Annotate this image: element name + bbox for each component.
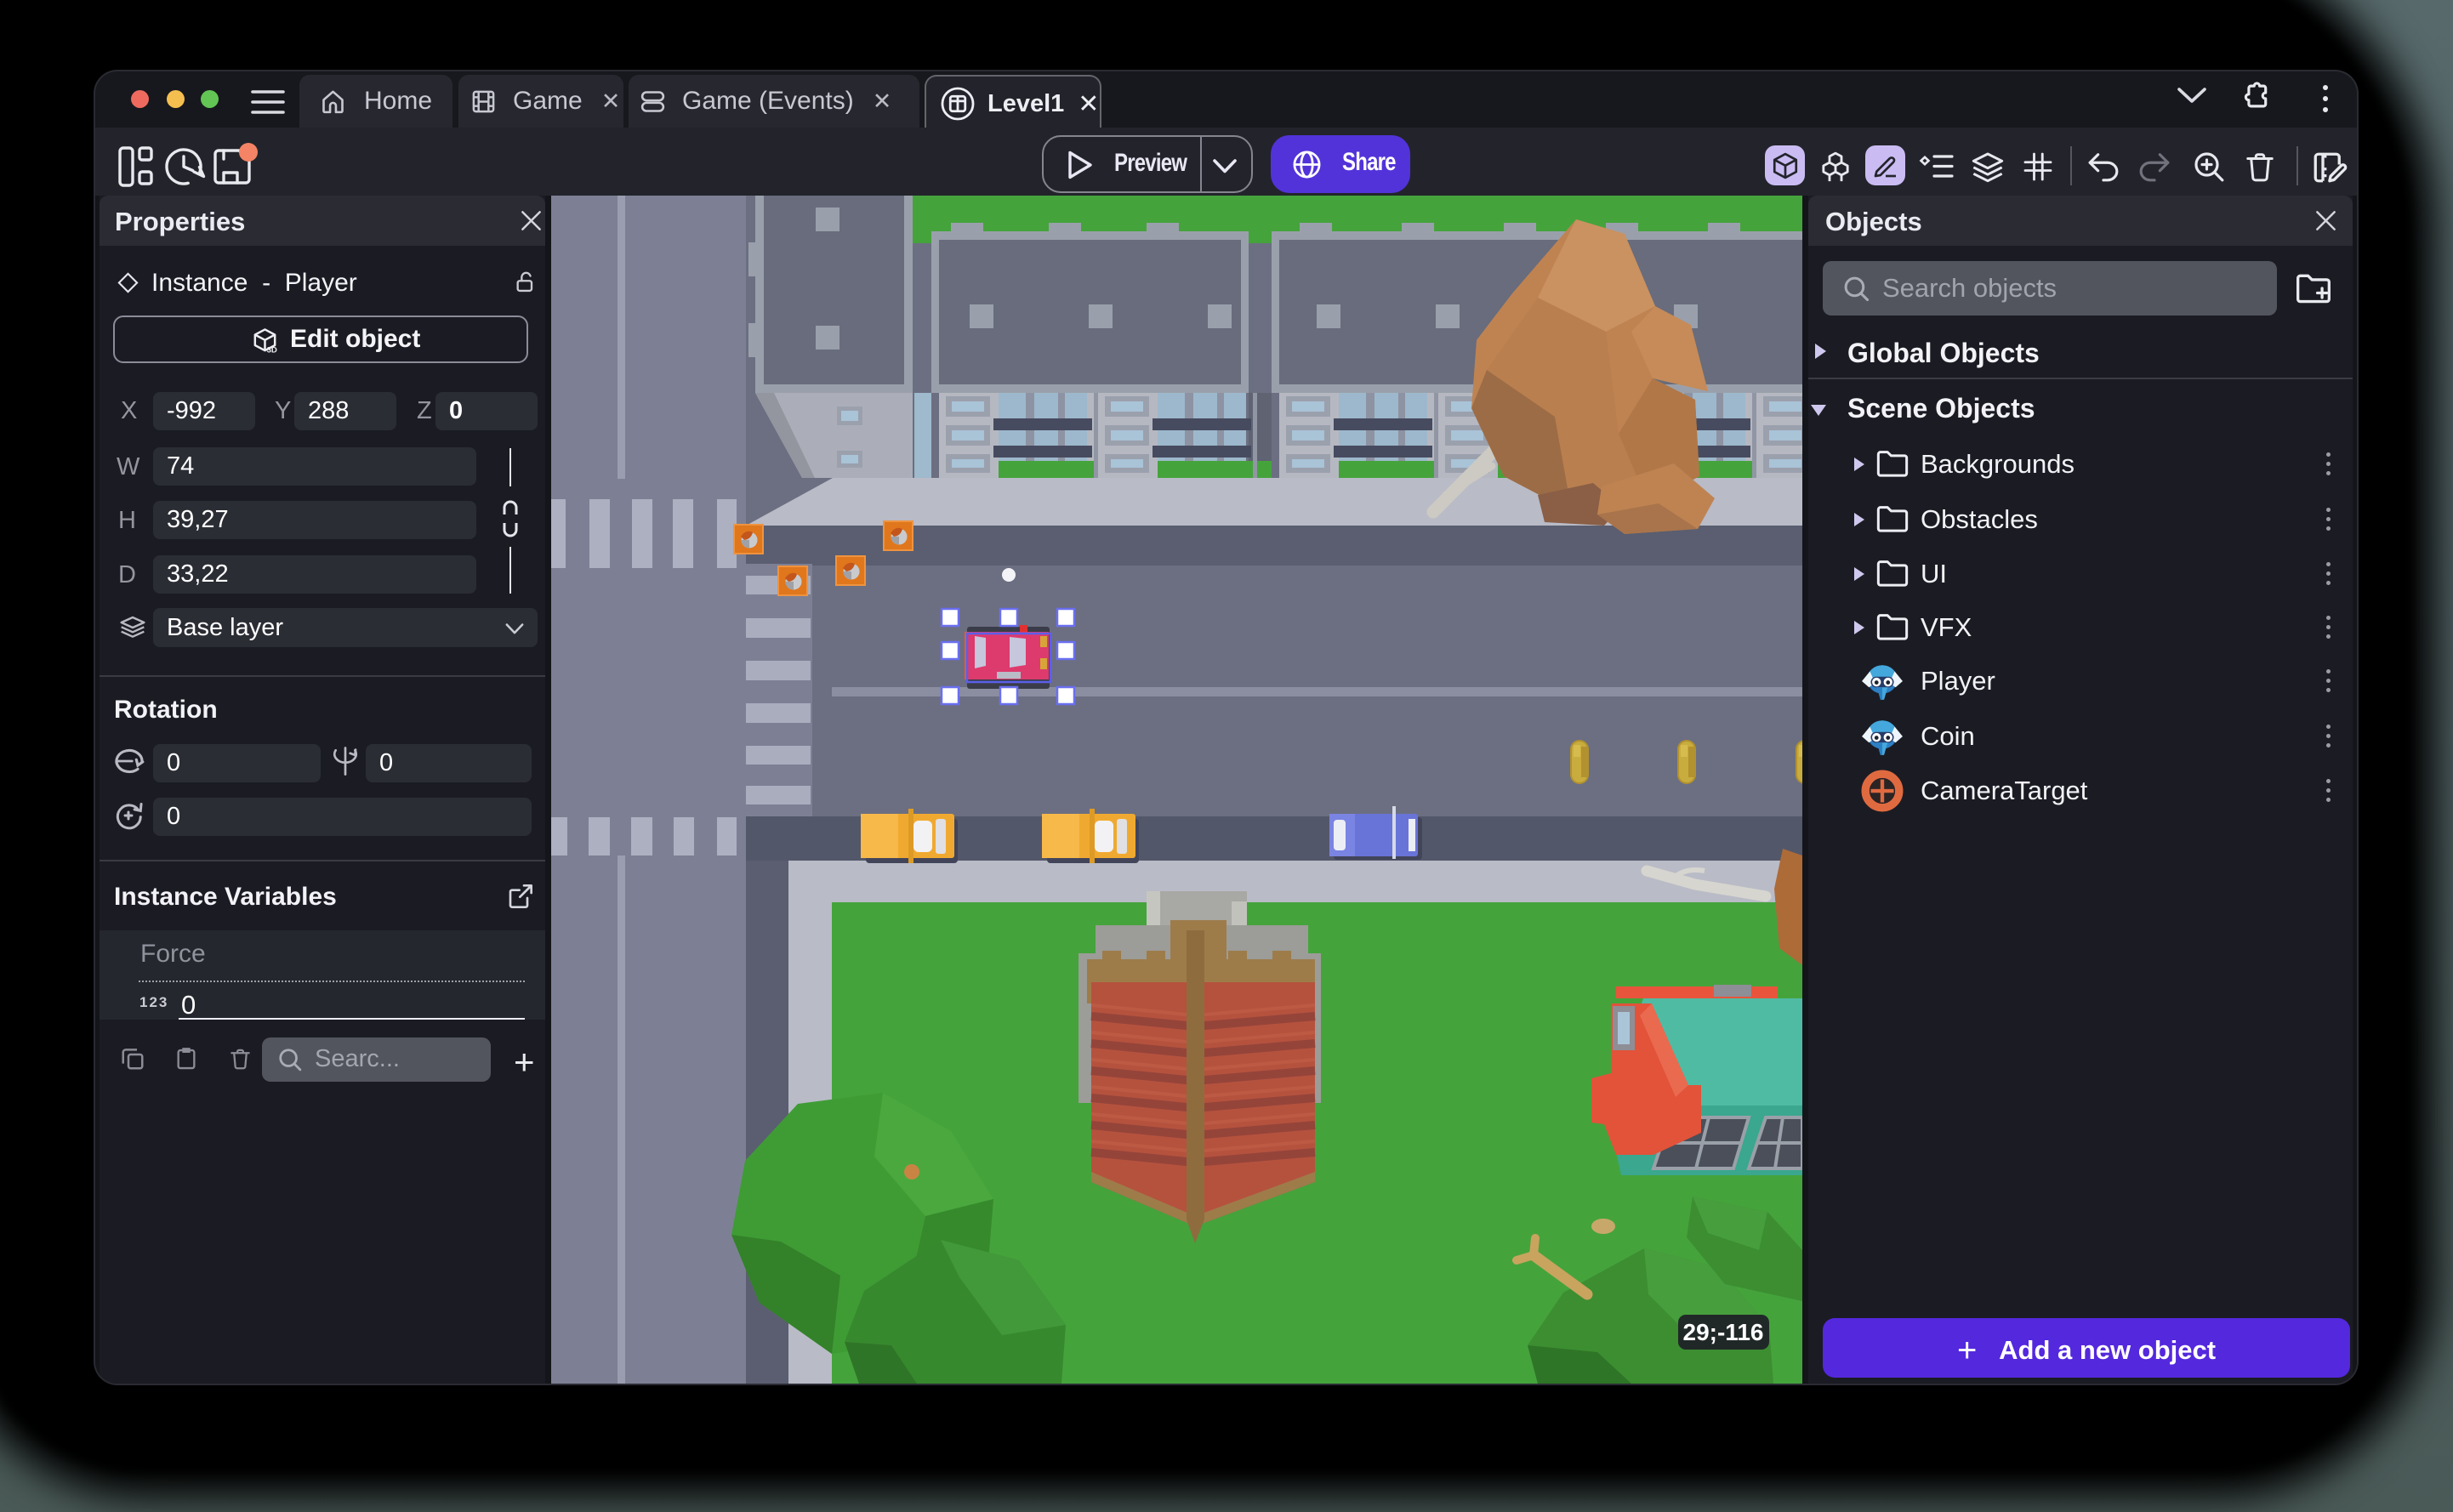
svg-text:29;-116: 29;-116: [1683, 1319, 1764, 1345]
svg-text:3D: 3D: [267, 345, 277, 355]
